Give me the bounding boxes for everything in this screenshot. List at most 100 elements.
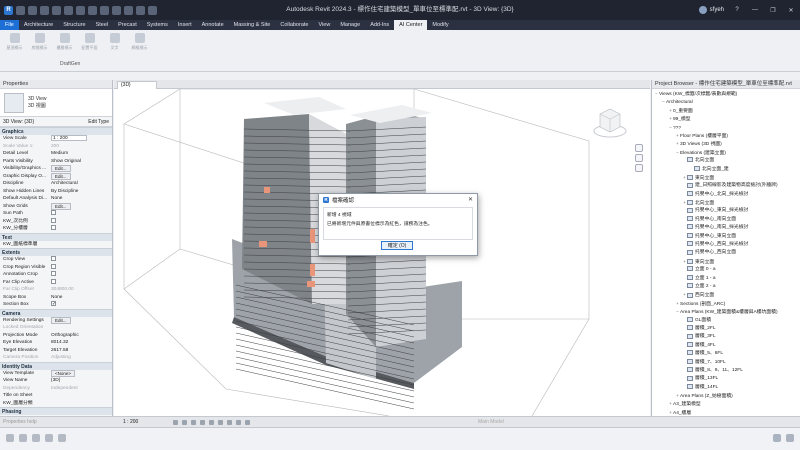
edit-button[interactable]: Edit... — [51, 316, 71, 324]
browser-node[interactable]: + 東向立面 — [652, 258, 800, 266]
lock-view-icon[interactable] — [227, 419, 232, 425]
browser-node[interactable]: 托嬰中心_東向立面 — [652, 232, 800, 241]
browser-node[interactable]: 立面 0 - a — [652, 266, 800, 274]
pan-icon[interactable] — [635, 164, 643, 172]
browser-node[interactable]: −Architectural — [652, 98, 800, 106]
measure-icon[interactable] — [88, 5, 97, 15]
open-icon[interactable] — [16, 5, 25, 15]
browser-node[interactable]: +A4_樓層 — [652, 409, 800, 416]
browser-node[interactable]: + 東向立面 — [652, 174, 800, 182]
edit-button[interactable]: Edit... — [51, 202, 71, 210]
browser-node[interactable]: 托嬰中心_南向立面 — [652, 216, 800, 224]
prop-value[interactable]: None — [49, 195, 112, 203]
select-by-face-icon[interactable] — [45, 434, 53, 442]
browser-node[interactable]: 層積_8、9、11、12FL — [652, 367, 800, 375]
temp-hide-icon[interactable] — [236, 419, 241, 425]
section-camera[interactable]: Camera — [0, 308, 112, 317]
section-phasing[interactable]: Phasing — [0, 407, 112, 415]
visual-style-icon[interactable] — [182, 419, 187, 425]
checkbox[interactable] — [51, 210, 56, 216]
maximize-icon[interactable]: ❐ — [768, 7, 778, 14]
browser-node[interactable]: 北向立面 — [652, 157, 800, 165]
view-scale-status[interactable]: 1 : 200 — [113, 417, 173, 427]
close-icon[interactable]: ✕ — [786, 7, 796, 14]
checkbox[interactable] — [51, 301, 56, 307]
browser-node[interactable]: +A3_建築模型 — [652, 400, 800, 408]
prop-value[interactable]: Architectural — [49, 180, 112, 188]
browser-node[interactable]: 托嬰中心_南向_採光檢討 — [652, 224, 800, 232]
browser-node[interactable]: +Floor Plans (樓層平面) — [652, 132, 800, 140]
browser-node[interactable]: 層積_13FL — [652, 375, 800, 383]
checkbox[interactable] — [51, 225, 56, 231]
browser-node[interactable]: 北向立面_建 — [652, 165, 800, 174]
undo-icon[interactable] — [52, 5, 61, 15]
drag-elements-icon[interactable] — [58, 434, 66, 442]
browser-node[interactable]: + 北向立面 — [652, 199, 800, 207]
browser-node[interactable]: 托嬰中心_西向_採光檢討 — [652, 241, 800, 249]
section-extents[interactable]: Extents — [0, 248, 112, 256]
select-links-icon[interactable] — [6, 434, 14, 442]
prop-value[interactable]: None — [49, 294, 112, 302]
tab-add-ins[interactable]: Add-Ins — [365, 20, 394, 30]
section-graphics[interactable]: Graphics — [0, 127, 112, 135]
workset-model-status[interactable]: Main Model — [478, 417, 504, 427]
tab-structure[interactable]: Structure — [58, 20, 90, 30]
ribbon-button-1[interactable]: 屋頂標示 — [4, 33, 25, 51]
tab-3d-view[interactable]: {3D} — [117, 81, 157, 89]
tab-collaborate[interactable]: Collaborate — [275, 20, 313, 30]
text-icon[interactable] — [112, 5, 121, 15]
browser-node[interactable]: 立面 2 - a — [652, 283, 800, 291]
show-crop-icon[interactable] — [218, 419, 223, 425]
tab-annotate[interactable]: Annotate — [197, 20, 229, 30]
edit-button[interactable]: <None> — [51, 369, 76, 377]
tab-modify[interactable]: Modify — [427, 20, 453, 30]
save-icon[interactable] — [28, 5, 37, 15]
tab-insert[interactable]: Insert — [173, 20, 197, 30]
browser-node[interactable]: 層積_5、6FL — [652, 350, 800, 358]
instance-selector[interactable]: 3D View: {3D} Edit Type — [0, 117, 112, 127]
browser-node[interactable]: +Area Plans (Z_妨樹面積) — [652, 392, 800, 400]
section-icon[interactable] — [136, 5, 145, 15]
tab-massing-site[interactable]: Massing & Site — [229, 20, 276, 30]
select-underlay-icon[interactable] — [19, 434, 27, 442]
checkbox[interactable] — [51, 278, 56, 284]
browser-node[interactable]: 托嬰中心_東向_採光檢討 — [652, 207, 800, 215]
zoom-icon[interactable] — [635, 154, 643, 162]
ribbon-button-6[interactable]: 網格標示 — [129, 33, 150, 51]
browser-node[interactable]: 立面 1 - a — [652, 274, 800, 283]
tab-precast[interactable]: Precast — [113, 20, 142, 30]
prop-value[interactable] — [49, 241, 112, 249]
filter-icon[interactable] — [786, 434, 794, 442]
user-menu[interactable]: sfyeh — [698, 6, 724, 14]
ok-button[interactable]: 確定 (O) — [381, 241, 413, 250]
dialog-close-icon[interactable]: ✕ — [468, 196, 473, 203]
browser-node[interactable]: 建_日照線影及建築物高度檢討(外牆牌) — [652, 182, 800, 190]
checkbox[interactable] — [51, 217, 56, 223]
prop-value[interactable]: 2617.58 — [49, 347, 112, 355]
reveal-hidden-icon[interactable] — [245, 419, 250, 425]
prop-value[interactable]: Show Original — [49, 158, 112, 166]
checkbox[interactable] — [51, 263, 56, 269]
browser-node[interactable]: 層積_7、10FL — [652, 358, 800, 367]
browser-node[interactable]: 托嬰中心_西向立面 — [652, 249, 800, 257]
checkbox[interactable] — [51, 271, 56, 277]
browser-node[interactable]: +3D Views (3D 視圖) — [652, 140, 800, 148]
view-cube[interactable] — [593, 108, 627, 138]
3d-view-icon[interactable] — [124, 5, 133, 15]
prop-value[interactable]: 8014.32 — [49, 339, 112, 347]
browser-node[interactable]: 層積_2FL — [652, 325, 800, 333]
section-text[interactable]: Text — [0, 232, 112, 241]
detail-level-icon[interactable] — [173, 419, 178, 425]
crop-view-icon[interactable] — [209, 419, 214, 425]
tab-file[interactable]: File — [0, 20, 19, 30]
redo-icon[interactable] — [64, 5, 73, 15]
view-scale-input[interactable]: 1 : 200 — [51, 135, 87, 141]
tab-steel[interactable]: Steel — [91, 20, 114, 30]
ribbon-button-2[interactable]: 房間標示 — [29, 33, 50, 51]
browser-node[interactable]: −Views (KW_標籤/次標籤/表數與規範) — [652, 90, 800, 98]
browser-node[interactable]: +0_重要圖 — [652, 107, 800, 115]
tab-architecture[interactable]: Architecture — [19, 20, 58, 30]
prop-value[interactable]: Medium — [49, 150, 112, 158]
browser-node[interactable]: 層積_4FL — [652, 341, 800, 350]
browser-node[interactable]: −Area Plans (KW_建築面積&樓層與A樓坑面積) — [652, 308, 800, 316]
